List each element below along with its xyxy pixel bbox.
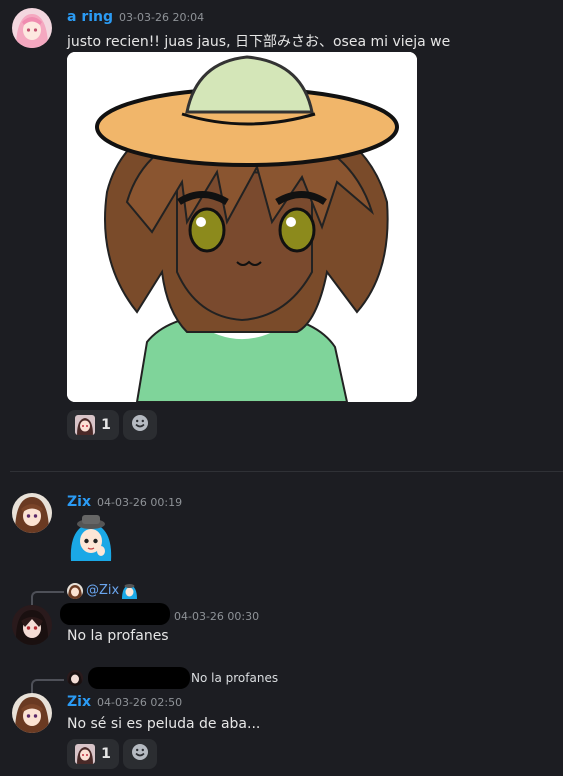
image-attachment[interactable]: [67, 52, 417, 402]
message-divider: [10, 471, 563, 472]
avatar-zix[interactable]: [12, 493, 52, 533]
reply-sticker-icon: [121, 582, 138, 603]
message-text: justo recien!! juas jaus, 日下部みさお、osea mi…: [67, 34, 451, 50]
reply-avatar: [67, 670, 83, 686]
anime-avatar-emoji-icon: [75, 744, 96, 764]
timestamp: 04-03-26 00:30: [174, 610, 260, 623]
avatar-redacted-user[interactable]: [12, 605, 52, 645]
sticker[interactable]: [67, 513, 115, 561]
add-reaction-icon: [130, 742, 150, 766]
redacted-username: [60, 603, 170, 625]
add-reaction-button[interactable]: [123, 410, 157, 440]
avatar-a-ring[interactable]: [12, 8, 52, 48]
message-text: No la profanes: [67, 628, 169, 644]
reaction-count: 1: [101, 417, 111, 433]
add-reaction-button[interactable]: [123, 739, 157, 769]
timestamp: 04-03-26 02:50: [96, 696, 183, 709]
redacted-reply-author: [88, 667, 190, 689]
reply-mention[interactable]: @Zix: [86, 583, 119, 598]
reaction-button[interactable]: 1: [67, 739, 119, 769]
author-name[interactable]: a ring: [67, 9, 113, 25]
reply-connector: [31, 591, 64, 605]
reply-avatar: [67, 583, 83, 599]
reaction-button[interactable]: 1: [67, 410, 119, 440]
author-name[interactable]: Zix: [67, 694, 91, 710]
reply-connector: [31, 679, 64, 693]
author-name[interactable]: Zix: [67, 494, 91, 510]
avatar-zix[interactable]: [12, 693, 52, 733]
reaction-count: 1: [101, 746, 111, 762]
message-text: No sé si es peluda de aba...: [67, 716, 261, 732]
add-reaction-icon: [130, 413, 150, 437]
timestamp: 03-03-26 20:04: [119, 11, 205, 24]
anime-avatar-emoji-icon: [75, 415, 96, 435]
timestamp: 04-03-26 00:19: [96, 496, 183, 509]
reply-preview-text[interactable]: No la profanes: [191, 671, 278, 685]
